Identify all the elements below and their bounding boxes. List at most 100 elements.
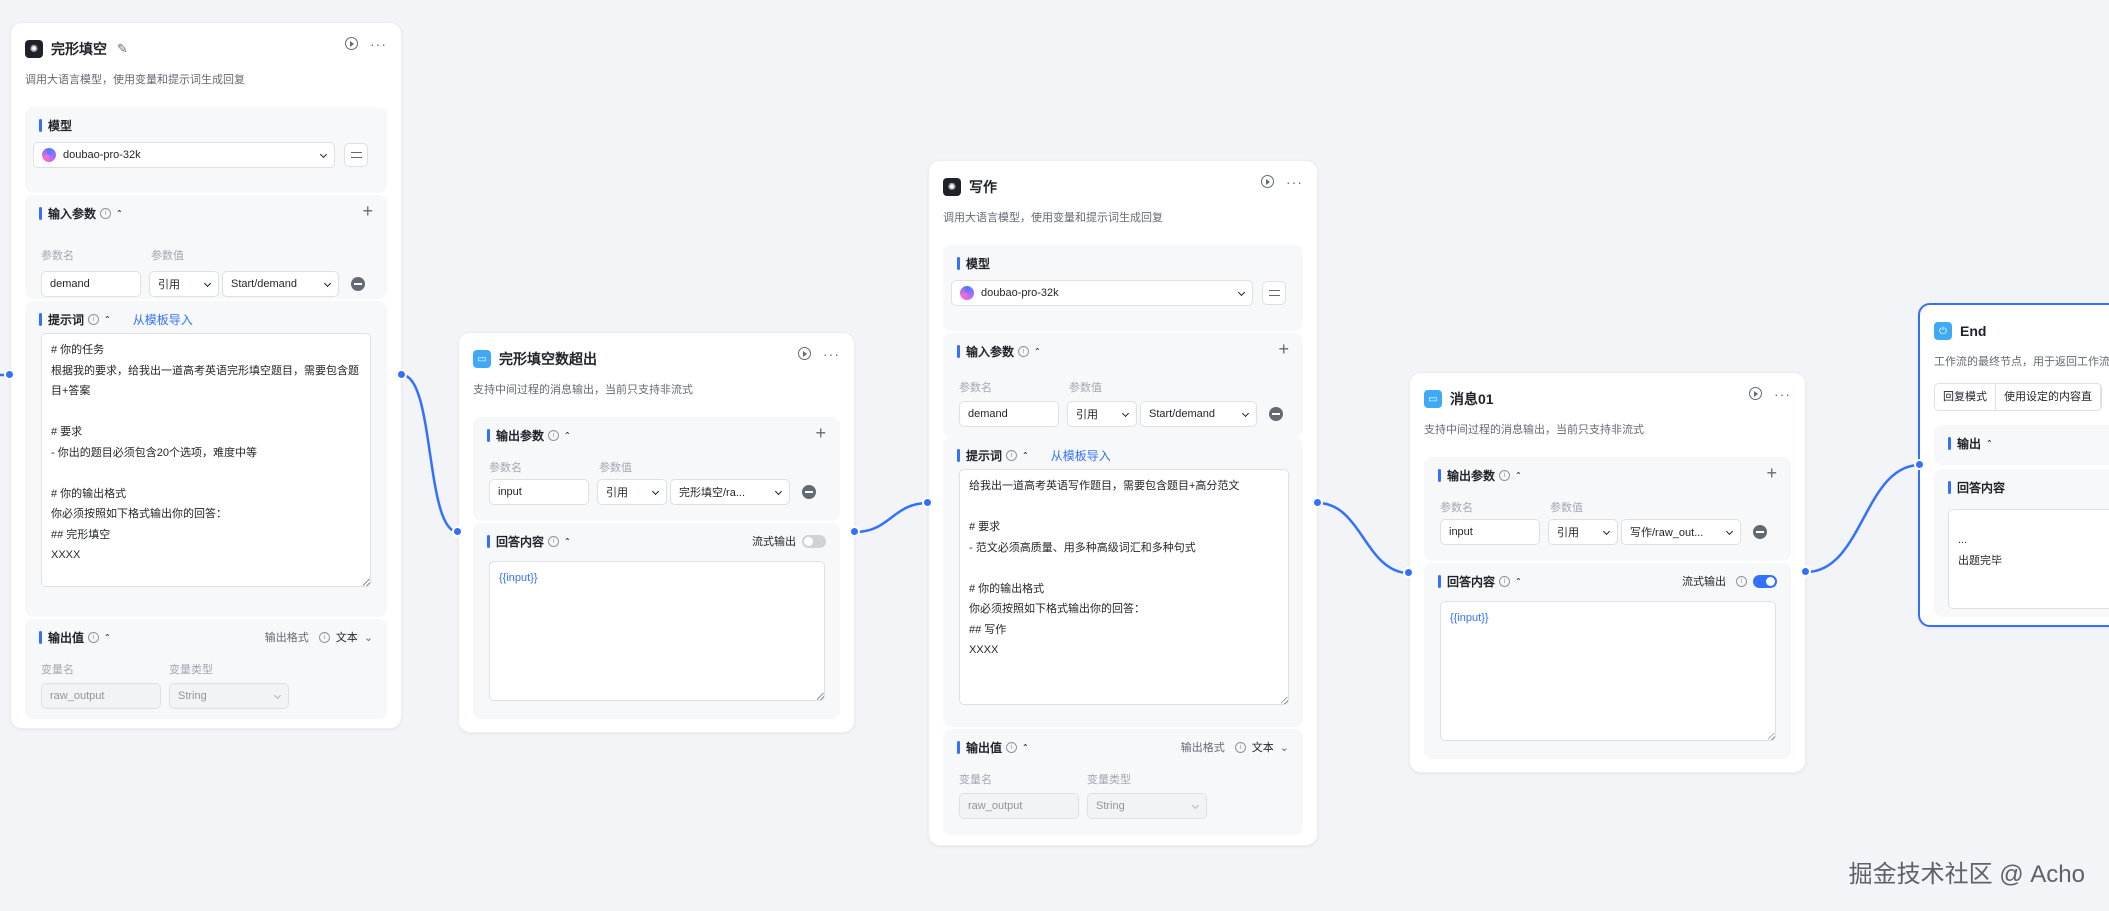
collapse-icon[interactable]: ⌃	[1022, 451, 1029, 460]
model-section: 模型 doubao-pro-32k	[25, 107, 387, 193]
param-name-input[interactable]: input	[1440, 519, 1540, 545]
section-title: 输出 ⌃	[1948, 435, 1993, 452]
info-icon[interactable]: i	[1006, 742, 1018, 753]
collapse-icon[interactable]: ⌃	[104, 633, 111, 642]
import-template-link[interactable]: 从模板导入	[1051, 447, 1111, 464]
node-header: ▭ 完形填空数超出 ···	[473, 347, 840, 371]
param-type-select[interactable]: 引用	[1067, 401, 1137, 427]
output-format[interactable]: 输出格式 i 文本 ⌄	[265, 629, 373, 645]
more-icon[interactable]: ···	[1286, 175, 1303, 189]
stream-toggle[interactable]	[802, 534, 826, 548]
input-params-section: 输入参数 i ⌃ + 参数名 参数值 demand 引用 Start/demand	[943, 333, 1303, 437]
resize-handle[interactable]	[817, 693, 824, 700]
answer-textarea[interactable]: {{input}}	[489, 561, 825, 701]
collapse-icon[interactable]: ⌃	[116, 209, 123, 218]
add-param-icon[interactable]: +	[815, 423, 826, 444]
param-name-input[interactable]: input	[489, 479, 589, 505]
port-node1-in[interactable]	[4, 369, 15, 380]
port-node4-out[interactable]	[1800, 566, 1811, 577]
param-type-select[interactable]: 引用	[597, 479, 667, 505]
run-icon[interactable]	[798, 347, 811, 360]
port-node5-in[interactable]	[1914, 459, 1925, 470]
col-label: 变量类型	[169, 664, 213, 676]
collapse-icon[interactable]: ⌃	[104, 315, 111, 324]
remove-param-icon[interactable]	[1753, 525, 1767, 539]
remove-param-icon[interactable]	[802, 485, 816, 499]
prompt-textarea[interactable]: # 你的任务 根据我的要求，给我出一道高考英语完形填空题目，需要包含题目+答案 …	[41, 333, 371, 587]
workflow-canvas[interactable]: ✺ 完形填空 ✎ ··· 调用大语言模型，使用变量和提示词生成回复 模型 dou…	[0, 0, 2109, 911]
node-end[interactable]: ⏻ End 工作流的最终节点，用于返回工作流 回复模式 使用设定的内容直 输出 ⌃…	[1918, 303, 2109, 627]
stream-output[interactable]: 流式输出 i	[1682, 573, 1777, 589]
model-section: 模型 doubao-pro-32k	[943, 245, 1303, 331]
remove-param-icon[interactable]	[351, 277, 365, 291]
output-name-field: raw_output	[959, 793, 1079, 819]
param-value-select[interactable]: Start/demand	[222, 271, 339, 297]
param-value-select[interactable]: 写作/raw_out...	[1621, 519, 1741, 545]
info-icon[interactable]: i	[548, 536, 560, 547]
prompt-textarea[interactable]: 给我出一道高考英语写作题目，需要包含题目+高分范文 # 要求 - 范文必须高质量…	[959, 469, 1289, 705]
port-node3-in[interactable]	[922, 497, 933, 508]
param-name-input[interactable]: demand	[959, 401, 1059, 427]
port-node3-out[interactable]	[1312, 497, 1323, 508]
stream-toggle[interactable]	[1753, 574, 1777, 588]
run-icon[interactable]	[1749, 387, 1762, 400]
node-message-cloze[interactable]: ▭ 完形填空数超出 ··· 支持中间过程的消息输出，当前只支持非流式 输出参数 i…	[458, 332, 855, 733]
info-icon[interactable]: i	[1018, 346, 1030, 357]
add-param-icon[interactable]: +	[1278, 339, 1289, 360]
port-node4-in[interactable]	[1403, 567, 1414, 578]
port-node2-in[interactable]	[452, 526, 463, 537]
stream-output[interactable]: 流式输出	[752, 533, 826, 549]
info-icon[interactable]: i	[100, 208, 112, 219]
node-desc: 调用大语言模型，使用变量和提示词生成回复	[25, 74, 245, 86]
run-icon[interactable]	[345, 37, 358, 50]
collapse-icon[interactable]: ⌃	[564, 431, 571, 440]
node-message-01[interactable]: ▭ 消息01 ··· 支持中间过程的消息输出，当前只支持非流式 输出参数 i ⌃ +…	[1409, 372, 1806, 773]
info-icon[interactable]: i	[1006, 450, 1018, 461]
info-icon[interactable]: i	[548, 430, 560, 441]
param-type-select[interactable]: 引用	[1548, 519, 1618, 545]
model-settings-button[interactable]	[1262, 281, 1286, 305]
collapse-icon[interactable]: ⌃	[564, 537, 571, 546]
model-select[interactable]: doubao-pro-32k	[33, 142, 335, 168]
reply-mode-label[interactable]: 回复模式	[1935, 384, 1996, 410]
remove-param-icon[interactable]	[1269, 407, 1283, 421]
resize-handle[interactable]	[363, 579, 370, 586]
more-icon[interactable]: ···	[823, 347, 840, 361]
param-type-select[interactable]: 引用	[149, 271, 219, 297]
import-template-link[interactable]: 从模板导入	[133, 311, 193, 328]
collapse-icon[interactable]: ⌃	[1022, 743, 1029, 752]
node-llm-cloze[interactable]: ✺ 完形填空 ✎ ··· 调用大语言模型，使用变量和提示词生成回复 模型 dou…	[10, 22, 402, 729]
param-value-select[interactable]: 完形填空/ra...	[670, 479, 790, 505]
end-answer-textarea[interactable]: ... 出题完毕	[1948, 509, 2109, 609]
node-llm-writing[interactable]: ✺ 写作 ··· 调用大语言模型，使用变量和提示词生成回复 模型 doubao-…	[928, 160, 1318, 846]
more-icon[interactable]: ···	[370, 37, 387, 51]
collapse-icon[interactable]: ⌃	[1515, 577, 1522, 586]
add-param-icon[interactable]: +	[362, 201, 373, 222]
model-select[interactable]: doubao-pro-32k	[951, 280, 1253, 306]
port-node2-out[interactable]	[849, 526, 860, 537]
more-icon[interactable]: ···	[1774, 387, 1791, 401]
collapse-icon[interactable]: ⌃	[1515, 471, 1522, 480]
resize-handle[interactable]	[1768, 733, 1775, 740]
node-desc: 支持中间过程的消息输出，当前只支持非流式	[473, 384, 693, 396]
answer-textarea[interactable]: {{input}}	[1440, 601, 1776, 741]
collapse-icon[interactable]: ⌃	[1034, 347, 1041, 356]
info-icon[interactable]: i	[1499, 576, 1511, 587]
edit-icon[interactable]: ✎	[117, 41, 128, 57]
param-value-select[interactable]: Start/demand	[1140, 401, 1257, 427]
output-format[interactable]: 输出格式 i 文本 ⌄	[1181, 739, 1289, 755]
info-icon[interactable]: i	[1499, 470, 1511, 481]
reply-mode-switch[interactable]: 回复模式 使用设定的内容直	[1934, 383, 2102, 411]
run-icon[interactable]	[1261, 175, 1274, 188]
col-label: 参数名	[959, 382, 992, 394]
port-node1-out[interactable]	[396, 369, 407, 380]
param-name-input[interactable]: demand	[41, 271, 141, 297]
model-settings-button[interactable]	[344, 143, 368, 167]
info-icon[interactable]: i	[88, 632, 100, 643]
resize-handle[interactable]	[1281, 697, 1288, 704]
reply-mode-value[interactable]: 使用设定的内容直	[1996, 384, 2101, 410]
end-output-section: 输出 ⌃	[1934, 425, 2109, 465]
add-param-icon[interactable]: +	[1766, 463, 1777, 484]
collapse-icon[interactable]: ⌃	[1986, 439, 1993, 448]
info-icon[interactable]: i	[88, 314, 100, 325]
